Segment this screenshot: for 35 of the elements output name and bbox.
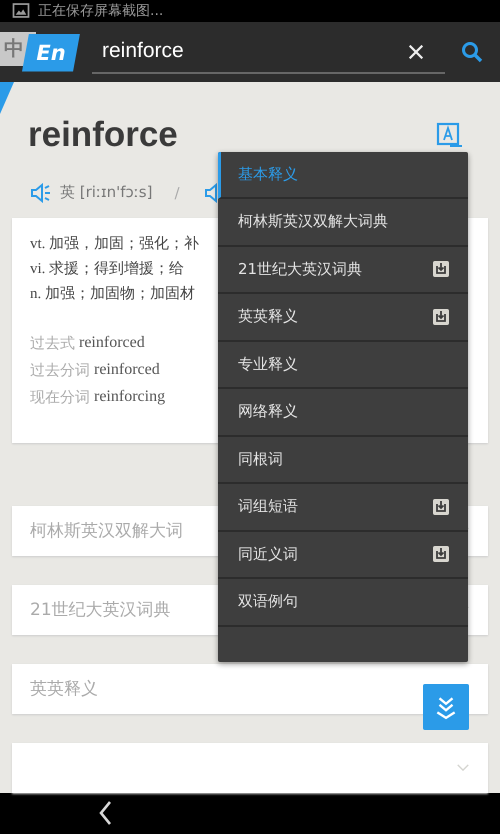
close-icon[interactable] — [407, 42, 425, 61]
definition-text: n. 加强；加固物；加固材 — [30, 284, 195, 303]
download-icon[interactable] — [432, 308, 450, 326]
download-icon[interactable] — [432, 545, 450, 564]
form-value: reinforced — [94, 360, 160, 380]
menu-item[interactable]: 双语例句 — [218, 579, 468, 627]
notification-text: 正在保存屏幕截图... — [38, 2, 164, 20]
download-icon[interactable] — [432, 260, 450, 278]
screenshot-icon — [12, 3, 30, 18]
menu-item[interactable]: 词组短语 — [218, 484, 468, 532]
download-icon[interactable] — [432, 498, 450, 516]
form-label: 过去式 — [30, 334, 75, 353]
menu-item[interactable]: 21世纪大英汉词典 — [218, 246, 468, 294]
search-icon[interactable] — [461, 40, 483, 63]
form-label: 现在分词 — [30, 388, 90, 407]
corner-ribbon-icon — [0, 82, 14, 114]
definition-text: vi. 求援；得到增援；给 — [30, 260, 184, 278]
menu-item[interactable]: 专业释义 — [218, 342, 468, 390]
menu-item[interactable]: 同根词 — [218, 436, 468, 484]
form-label: 过去分词 — [30, 360, 90, 380]
menu-item[interactable]: 柯林斯英汉双解大词典 — [218, 199, 468, 247]
menu-item[interactable]: 基本释义 — [218, 152, 468, 200]
headword: reinforce — [28, 114, 178, 155]
menu-item[interactable]: 网络释义 — [218, 389, 468, 437]
separator-text: / — [174, 184, 180, 202]
jump-button[interactable] — [423, 684, 469, 730]
menu-item[interactable]: 英英释义 — [218, 294, 468, 342]
pronunciation-text: 英 [riːɪn'fɔːs] — [60, 183, 152, 202]
definition-text: vt. 加强，加固；强化；补 — [30, 234, 200, 253]
back-icon[interactable] — [98, 800, 112, 826]
menu-item[interactable]: 同近义词 — [218, 532, 468, 580]
chevron-down-icon — [456, 763, 470, 772]
form-value: reinforced — [79, 334, 145, 353]
form-value: reinforcing — [94, 388, 166, 407]
search-field[interactable]: reinforce — [92, 30, 445, 74]
